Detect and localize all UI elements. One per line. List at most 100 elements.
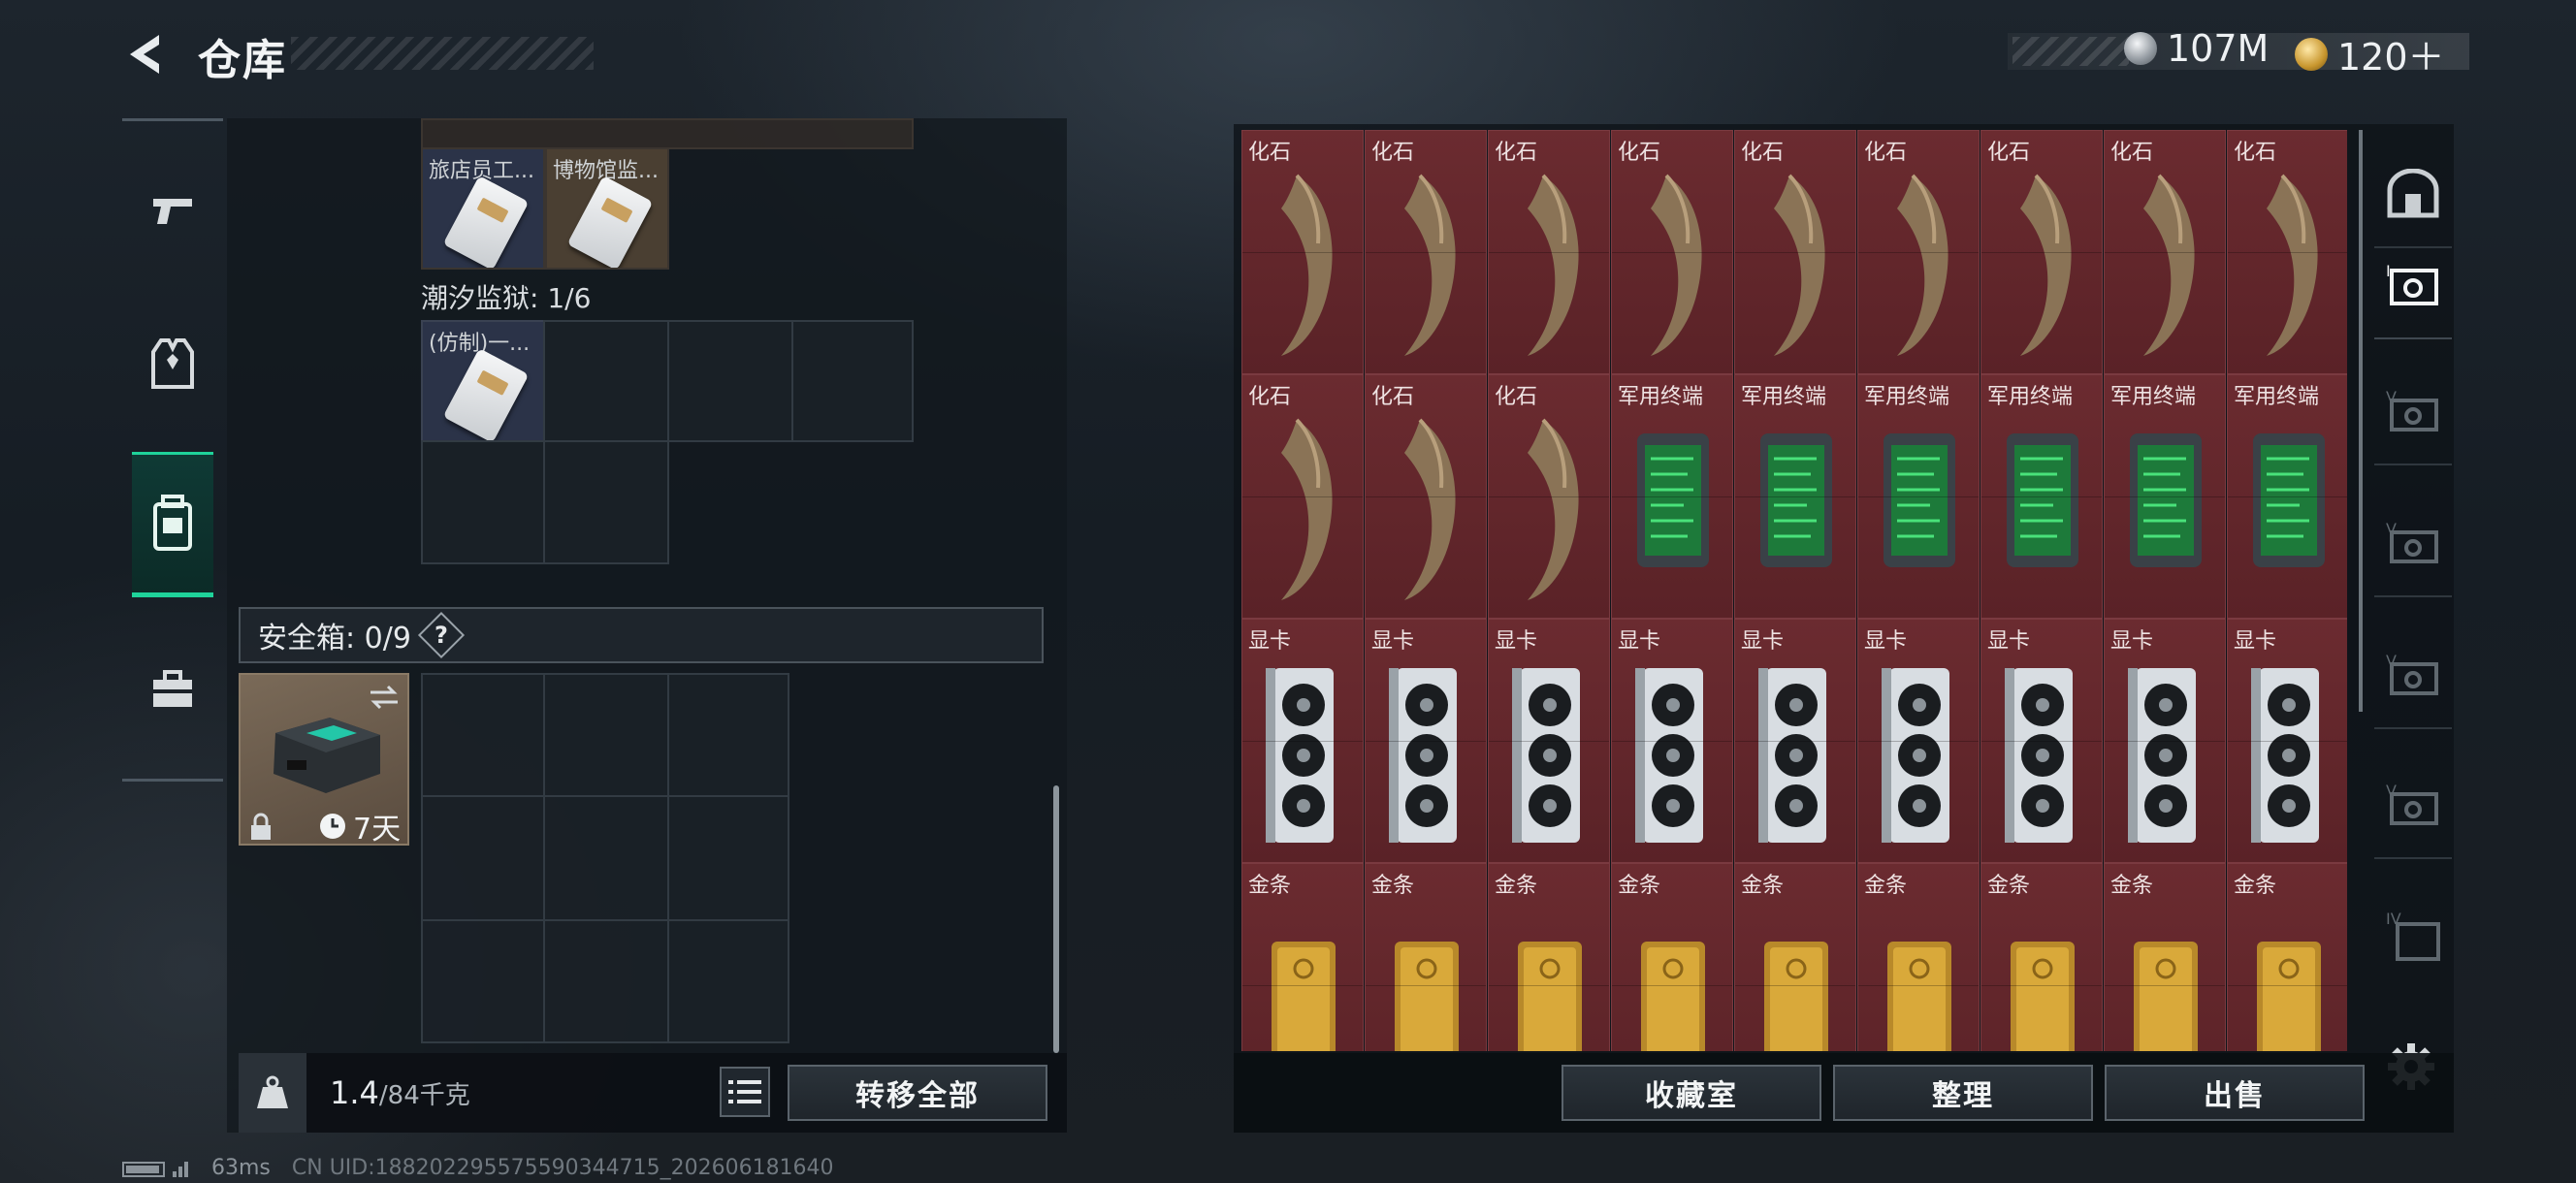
- item-label: 金条: [1741, 874, 1785, 898]
- item-label: 显卡: [2110, 629, 2154, 654]
- sell-button[interactable]: 出售: [2105, 1065, 2365, 1121]
- safe-slot[interactable]: [543, 795, 669, 921]
- swap-icon[interactable]: [367, 683, 402, 712]
- collection-room-button[interactable]: 收藏室: [1562, 1065, 1821, 1121]
- stash-item-gpu[interactable]: 显卡: [1241, 619, 1364, 863]
- back-arrow-icon[interactable]: [120, 29, 171, 80]
- stash-item-fossil[interactable]: 化石: [1365, 374, 1487, 619]
- stash-item-gold[interactable]: 金条: [1611, 863, 1733, 1051]
- stash-tab-page[interactable]: IV: [2374, 882, 2452, 989]
- fossil-icon: [1753, 166, 1840, 360]
- stash-item-fossil[interactable]: 化石: [2104, 130, 2226, 374]
- stash-item-fossil[interactable]: 化石: [2227, 130, 2347, 374]
- stash-item-gold[interactable]: 金条: [1488, 863, 1610, 1051]
- empty-slot[interactable]: [791, 320, 914, 442]
- stash-item-gold[interactable]: 金条: [1241, 863, 1364, 1051]
- stash-item-fossil[interactable]: 化石: [1241, 374, 1364, 619]
- stash-scrollbar[interactable]: [2359, 130, 2363, 712]
- nav-backpack[interactable]: [132, 452, 213, 597]
- keycard-item[interactable]: 博物馆监...: [545, 147, 669, 270]
- stash-item-fossil[interactable]: 化石: [1980, 130, 2103, 374]
- stash-item-terminal[interactable]: 军用终端: [1980, 374, 2103, 619]
- nav-toolbox[interactable]: [132, 617, 213, 762]
- safe-slot[interactable]: [421, 795, 545, 921]
- stash-page-1-icon: I: [2386, 262, 2438, 305]
- safe-slot[interactable]: [543, 673, 669, 797]
- stash-item-fossil[interactable]: 化石: [1365, 130, 1487, 374]
- gpu-icon: [1999, 655, 2086, 848]
- stash-item-fossil[interactable]: 化石: [1488, 374, 1610, 619]
- organize-button[interactable]: 整理: [1833, 1065, 2093, 1121]
- stash-tab-page-1[interactable]: I: [2374, 233, 2452, 339]
- stash-item-fossil[interactable]: 化石: [1488, 130, 1610, 374]
- stash-item-gold[interactable]: 金条: [2104, 863, 2226, 1051]
- help-button[interactable]: ?: [417, 611, 465, 659]
- empty-slot[interactable]: [543, 320, 669, 442]
- fossil-icon: [1629, 166, 1717, 360]
- stash-item-fossil[interactable]: 化石: [1241, 130, 1364, 374]
- stash-tab-page[interactable]: V: [2374, 491, 2452, 597]
- transfer-all-button[interactable]: 转移全部: [788, 1065, 1047, 1121]
- nav-weapon[interactable]: [132, 138, 213, 283]
- stash-item-gpu[interactable]: 显卡: [1734, 619, 1856, 863]
- item-label: 金条: [2110, 874, 2154, 898]
- stash-item-gpu[interactable]: 显卡: [1365, 619, 1487, 863]
- list-view-button[interactable]: [720, 1067, 770, 1117]
- fossil-icon: [1383, 410, 1470, 604]
- stash-item-gpu[interactable]: 显卡: [1488, 619, 1610, 863]
- scrolled-row-remnant: [421, 118, 914, 149]
- gpu-icon: [1876, 655, 1963, 848]
- stash-item-terminal[interactable]: 军用终端: [2104, 374, 2226, 619]
- keycard-item[interactable]: 旅店员工...: [421, 147, 545, 270]
- item-label: 金条: [1248, 874, 1292, 898]
- stash-item-fossil[interactable]: 化石: [1734, 130, 1856, 374]
- stash-tab-page[interactable]: V: [2374, 752, 2452, 859]
- item-label: 金条: [1495, 874, 1538, 898]
- ping-readout: 63ms: [211, 1156, 271, 1180]
- stash-item-gold[interactable]: 金条: [1734, 863, 1856, 1051]
- stash-item-gpu[interactable]: 显卡: [2104, 619, 2226, 863]
- left-scrollbar[interactable]: [1053, 785, 1059, 1053]
- fossil-icon: [1506, 410, 1594, 604]
- weight-value: 1.4: [330, 1074, 379, 1111]
- stash-item-terminal[interactable]: 军用终端: [1857, 374, 1980, 619]
- empty-slot[interactable]: [667, 320, 793, 442]
- safe-slot[interactable]: [421, 673, 545, 797]
- currency-silver[interactable]: 107M: [2124, 27, 2269, 70]
- svg-text:V: V: [2386, 782, 2397, 800]
- safe-box-item[interactable]: 7天: [239, 673, 409, 847]
- stash-item-fossil[interactable]: 化石: [1611, 130, 1733, 374]
- safe-slot[interactable]: [667, 795, 789, 921]
- svg-text:V: V: [2386, 520, 2397, 538]
- stash-item-gpu[interactable]: 显卡: [2227, 619, 2347, 863]
- stash-tab-page[interactable]: V: [2374, 359, 2452, 465]
- gold-icon: [1999, 899, 2086, 1051]
- stash-item-gpu[interactable]: 显卡: [1980, 619, 2103, 863]
- empty-slot[interactable]: [421, 440, 545, 564]
- user-uid: CN UID:18820229557559034471​5_2026061816…: [291, 1156, 834, 1180]
- svg-text:V: V: [2386, 388, 2397, 406]
- stash-item-terminal[interactable]: 军用终端: [2227, 374, 2347, 619]
- currency-gold[interactable]: 120＋: [2295, 27, 2445, 80]
- stash-item-fossil[interactable]: 化石: [1857, 130, 1980, 374]
- stash-item-terminal[interactable]: 军用终端: [1734, 374, 1856, 619]
- safe-slot[interactable]: [667, 673, 789, 797]
- item-label: 金条: [2234, 874, 2277, 898]
- stash-item-gpu[interactable]: 显卡: [1611, 619, 1733, 863]
- safe-slot[interactable]: [543, 919, 669, 1043]
- stash-item-gold[interactable]: 金条: [1980, 863, 2103, 1051]
- nav-armor[interactable]: [132, 291, 213, 436]
- stash-item-gold[interactable]: 金条: [1365, 863, 1487, 1051]
- keycard-item[interactable]: (仿制)一...: [421, 320, 545, 442]
- stash-tab-page[interactable]: V: [2374, 623, 2452, 729]
- stash-item-gold[interactable]: 金条: [1857, 863, 1980, 1051]
- safe-slot[interactable]: [667, 919, 789, 1043]
- fossil-icon: [2245, 166, 2333, 360]
- gpu-icon: [2122, 655, 2209, 848]
- stash-item-gpu[interactable]: 显卡: [1857, 619, 1980, 863]
- safe-slot[interactable]: [421, 919, 545, 1043]
- stash-item-gold[interactable]: 金条: [2227, 863, 2347, 1051]
- empty-slot[interactable]: [543, 440, 669, 564]
- stash-page-v-icon: V: [2386, 782, 2438, 825]
- stash-item-terminal[interactable]: 军用终端: [1611, 374, 1733, 619]
